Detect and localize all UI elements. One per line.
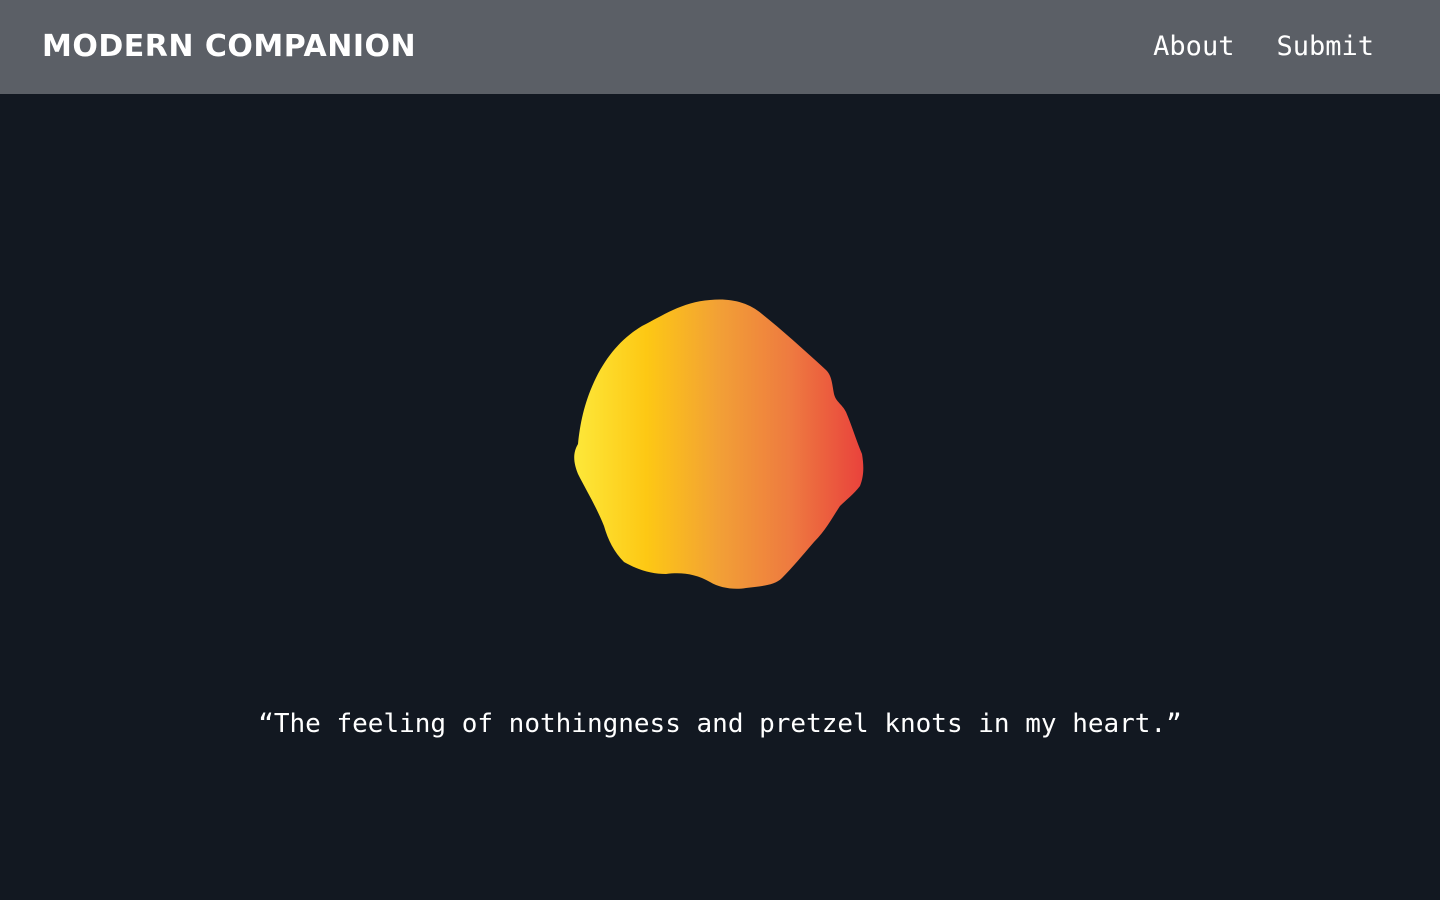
blob-shape bbox=[574, 299, 864, 589]
nav-about-link[interactable]: About bbox=[1153, 28, 1234, 66]
gradient-blob bbox=[574, 299, 864, 589]
main-nav: About Submit bbox=[1153, 28, 1374, 66]
top-bar: MODERN COMPANION About Submit bbox=[0, 0, 1440, 94]
main-content: “The feeling of nothingness and pretzel … bbox=[0, 94, 1440, 900]
site-logo[interactable]: MODERN COMPANION bbox=[42, 28, 416, 66]
quote-text: “The feeling of nothingness and pretzel … bbox=[258, 709, 1182, 739]
nav-submit-link[interactable]: Submit bbox=[1276, 28, 1374, 66]
